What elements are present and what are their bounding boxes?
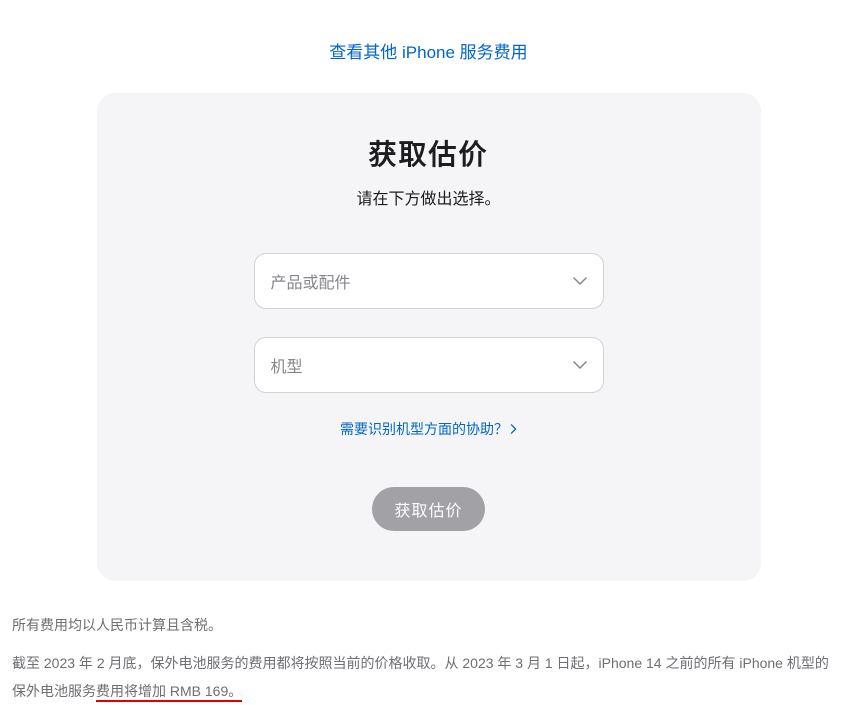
footnote-highlight: 费用将增加 RMB 169。 bbox=[96, 683, 242, 702]
model-select[interactable]: 机型 bbox=[254, 337, 604, 393]
model-select-placeholder: 机型 bbox=[271, 353, 303, 377]
estimate-card: 获取估价 请在下方做出选择。 产品或配件 机型 需要识别机型方面的协助？ 获取估… bbox=[97, 93, 761, 581]
identify-model-help-link[interactable]: 需要识别机型方面的协助？ bbox=[340, 419, 517, 439]
product-select[interactable]: 产品或配件 bbox=[254, 253, 604, 309]
chevron-right-icon bbox=[510, 424, 517, 434]
chevron-down-icon bbox=[573, 361, 587, 369]
help-link-label: 需要识别机型方面的协助？ bbox=[340, 419, 508, 439]
get-estimate-button[interactable]: 获取估价 bbox=[372, 487, 484, 531]
card-title: 获取估价 bbox=[137, 133, 721, 173]
product-select-wrapper: 产品或配件 bbox=[254, 253, 604, 309]
chevron-down-icon bbox=[573, 277, 587, 285]
footnote-section: 所有费用均以人民币计算且含税。 截至 2023 年 2 月底，保外电池服务的费用… bbox=[12, 611, 842, 705]
footnote-line-2: 截至 2023 年 2 月底，保外电池服务的费用都将按照当前的价格收取。从 20… bbox=[12, 649, 842, 705]
top-link-container: 查看其他 iPhone 服务费用 bbox=[0, 0, 857, 93]
other-services-link[interactable]: 查看其他 iPhone 服务费用 bbox=[329, 43, 527, 62]
submit-row: 获取估价 bbox=[137, 487, 721, 531]
product-select-placeholder: 产品或配件 bbox=[271, 269, 351, 293]
card-subtitle: 请在下方做出选择。 bbox=[137, 185, 721, 209]
footnote-line-1: 所有费用均以人民币计算且含税。 bbox=[12, 611, 842, 639]
model-select-wrapper: 机型 bbox=[254, 337, 604, 393]
